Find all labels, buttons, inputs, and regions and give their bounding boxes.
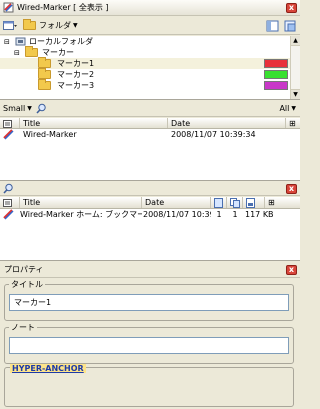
tree-label-root: ローカルフォルダ — [29, 37, 93, 46]
folder-icon — [38, 79, 51, 90]
filter-dropdown[interactable]: All — [279, 104, 289, 113]
close-window-button[interactable]: x — [286, 2, 297, 13]
title-label: タイトル — [11, 280, 43, 289]
chevron-down-icon: ▼ — [73, 22, 78, 29]
tree-label: マーカー3 — [57, 81, 95, 90]
view-options-icon[interactable] — [3, 20, 17, 31]
marker-color-swatch — [264, 81, 288, 90]
properties-panel: タイトル ノート HYPER-ANCHOR — [0, 279, 300, 409]
list-item[interactable]: Wired-Marker 2008/11/07 10:39:34 — [0, 129, 300, 140]
column-size-icon[interactable] — [243, 197, 265, 208]
result-list-header: Title Date ⊞ — [0, 197, 300, 209]
note-fieldset: ノート — [4, 322, 294, 364]
column-page-icon[interactable] — [211, 197, 227, 208]
chevron-down-icon: ▼ — [27, 105, 32, 112]
search-icon[interactable] — [3, 183, 14, 194]
item-list-header: Title Date ⊞ — [0, 118, 300, 129]
marker-color-swatch — [264, 59, 288, 68]
sidebar-toggle-icon[interactable] — [266, 19, 280, 33]
result-title: Wired-Marker ホーム: ブックマーク, 特... — [20, 210, 142, 219]
close-search-button[interactable]: x — [286, 183, 297, 194]
scroll-up-icon[interactable]: ▲ — [291, 36, 300, 46]
result-list: Title Date ⊞ Wired-Marker ホーム: ブックマーク, 特… — [0, 197, 300, 261]
list-icon — [3, 198, 12, 207]
properties-header: プロパティ x — [0, 262, 300, 278]
list-toolbar: Small ▼ All ▼ — [0, 101, 300, 117]
collapse-icon[interactable]: ⊟ — [4, 38, 12, 46]
page-type-icon — [0, 129, 20, 140]
tree-row-marker3[interactable]: マーカー3 — [0, 79, 300, 91]
search-icon[interactable] — [36, 103, 47, 114]
column-picker-icon[interactable]: ⊞ — [265, 197, 279, 208]
result-count-1: 1 — [216, 210, 222, 219]
tree-scrollbar[interactable]: ▲ ▼ — [290, 36, 300, 99]
column-type-header[interactable] — [0, 118, 20, 128]
search-bar: x — [0, 182, 300, 196]
folder-icon — [38, 57, 51, 68]
size-dropdown[interactable]: Small — [3, 104, 25, 113]
column-copy-icon[interactable] — [227, 197, 243, 208]
tree-label: マーカー2 — [57, 70, 95, 79]
folder-toolbar: フォルダ ▼ — [0, 17, 300, 35]
result-item[interactable]: Wired-Marker ホーム: ブックマーク, 特... 2008/11/0… — [0, 209, 300, 220]
window-title: Wired-Marker [ 全表示 ] — [17, 3, 109, 12]
close-properties-button[interactable]: x — [286, 264, 297, 275]
chevron-down-icon: ▼ — [291, 105, 296, 112]
folder-icon — [38, 68, 51, 79]
wired-marker-logo-icon — [3, 2, 14, 13]
column-title-header[interactable]: Title — [20, 197, 142, 208]
scroll-down-icon[interactable]: ▼ — [291, 89, 300, 99]
column-title-header[interactable]: Title — [20, 118, 168, 128]
column-date-header[interactable]: Date — [142, 197, 211, 208]
result-date: 2008/11/07 10:39... — [143, 210, 211, 219]
hyper-anchor-badge[interactable]: HYPER-ANCHOR — [10, 364, 86, 373]
column-date-header[interactable]: Date — [168, 118, 286, 128]
folder-menu-icon — [23, 19, 36, 30]
folder-icon — [25, 46, 38, 57]
marker-color-swatch — [264, 70, 288, 79]
title-field[interactable] — [9, 294, 289, 311]
properties-title: プロパティ — [4, 265, 44, 274]
folder-menu-button[interactable]: フォルダ — [39, 20, 71, 31]
window-mode-icon[interactable] — [283, 19, 297, 33]
title-fieldset: タイトル — [4, 279, 294, 321]
column-type-header[interactable] — [0, 197, 20, 208]
tree-label: マーカー1 — [57, 59, 95, 68]
result-count-2: 1 — [232, 210, 238, 219]
tree-row-root[interactable]: ⊟ ローカルフォルダ — [0, 36, 300, 47]
note-label: ノート — [11, 323, 35, 332]
item-title: Wired-Marker — [23, 130, 77, 139]
column-picker-icon[interactable]: ⊞ — [286, 118, 300, 128]
page-type-icon — [0, 209, 20, 220]
item-date: 2008/11/07 10:39:34 — [171, 130, 256, 139]
list-icon — [3, 119, 12, 128]
folder-tree: ⊟ ローカルフォルダ ⊟ マーカー マーカー1 マーカー2 マーカー3 ▲ ▼ — [0, 36, 300, 100]
result-size: 117 KB — [245, 210, 273, 219]
title-bar: Wired-Marker [ 全表示 ] x — [0, 0, 300, 16]
anchor-box: HYPER-ANCHOR — [4, 364, 294, 407]
item-list: Title Date ⊞ Wired-Marker 2008/11/07 10:… — [0, 118, 300, 181]
note-field[interactable] — [9, 337, 289, 354]
tree-label-markers: マーカー — [42, 48, 74, 57]
collapse-icon[interactable]: ⊟ — [14, 49, 22, 57]
